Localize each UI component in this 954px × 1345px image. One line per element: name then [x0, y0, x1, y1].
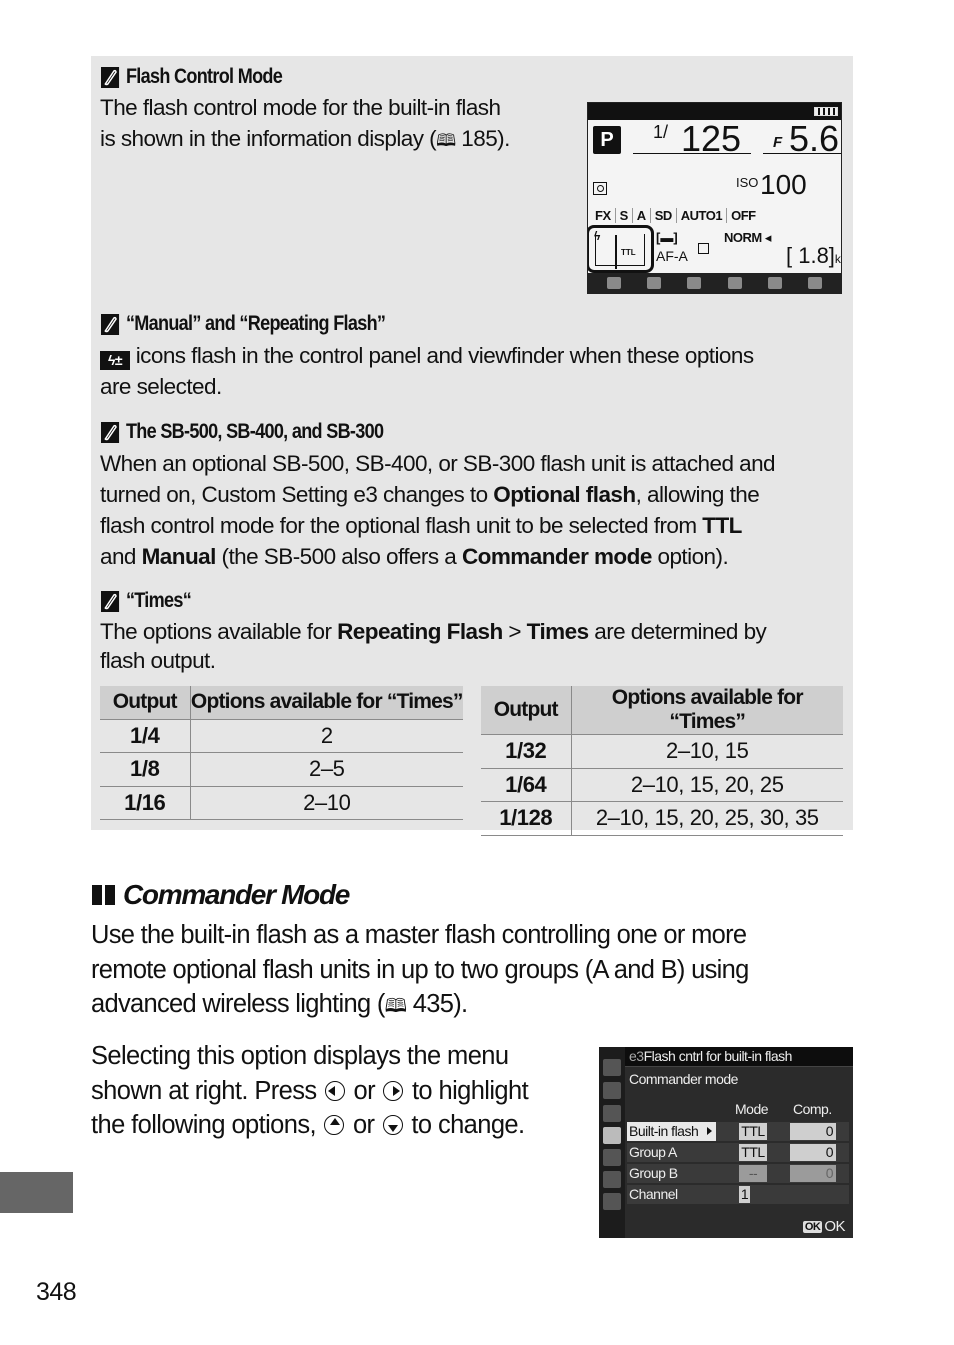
flash-control-mode-highlight: ϟ TTL — [588, 225, 654, 273]
setup-menu-icon — [603, 1149, 621, 1166]
multi-selector-right-icon — [383, 1080, 404, 1101]
ok-button-hint: OK OK — [802, 1218, 845, 1235]
retouch-menu-icon — [603, 1171, 621, 1188]
multi-selector-left-icon — [325, 1080, 345, 1101]
image-size-icon — [698, 243, 709, 254]
flash-compensation-icon: ϟ± — [100, 351, 130, 370]
battery-icon — [814, 107, 838, 116]
exposures-remaining: [ 1.8]k — [786, 243, 841, 268]
preview-icon — [607, 277, 622, 289]
image-quality: NORM ◂ — [724, 230, 771, 245]
book-ref-icon: 🕮 — [384, 996, 407, 1017]
metering-icon — [593, 182, 607, 195]
note-title-manual-repeating: “Manual” and “Repeating Flash” — [101, 312, 386, 336]
page-number: 348 — [36, 1278, 77, 1306]
custom-settings-menu-icon — [603, 1127, 621, 1144]
chapter-tab — [0, 1172, 73, 1213]
commander-instructions: Selecting this option displays the menu … — [91, 1042, 529, 1139]
pencil-note-icon — [101, 66, 120, 88]
book-ref-icon: 🕮 — [436, 131, 456, 150]
section-marker-icon — [92, 885, 102, 905]
table-row: 1/16 2–10 — [100, 785, 463, 820]
hdr-icon: OFF — [731, 207, 756, 223]
playback-menu-icon — [603, 1059, 621, 1076]
iso-value: 100 — [760, 169, 807, 200]
note-body-times: The options available for Repeating Flas… — [100, 619, 767, 673]
fn-ring-icon — [647, 277, 662, 289]
menu-sidebar — [599, 1047, 625, 1238]
pencil-note-icon — [101, 590, 120, 612]
page-ref-link[interactable]: 435 — [413, 990, 454, 1018]
movie-shooting-menu-icon — [603, 1105, 621, 1122]
image-area-icon: FX — [591, 207, 616, 223]
note-body-flash-control: The flash control mode for the built-in … — [100, 95, 510, 151]
aperture: F 5.6 — [763, 118, 841, 159]
column-header-comp: Comp. — [793, 1101, 832, 1117]
note-title-sb-units: The SB-500, SB-400, and SB-300 — [101, 420, 384, 444]
photo-shooting-menu-icon — [603, 1082, 621, 1099]
white-balance-icon: AUTO1 — [677, 207, 728, 223]
table-row: 1/64 2–10, 15, 20, 25 — [481, 767, 843, 802]
shutter-speed: 1/ 125 — [633, 118, 751, 159]
i-button-bar — [588, 273, 841, 293]
table-header-row: Output Options available for “Times” — [100, 686, 463, 719]
table-row: 1/128 2–10, 15, 20, 25, 30, 35 — [481, 801, 843, 836]
af-on-icon — [727, 277, 742, 289]
commander-intro: Use the built-in flash as a master flash… — [91, 921, 749, 1018]
menu-row-built-in-flash[interactable]: Built-in flash TTL 0 — [627, 1122, 849, 1141]
note-body-manual-repeating: ϟ± icons flash in the control panel and … — [100, 343, 754, 399]
af-mode: [▬] AF-A — [656, 230, 688, 264]
pencil-note-icon — [101, 313, 120, 335]
note-title-flash-control: Flash Control Mode — [101, 65, 283, 89]
table-row: 1/4 2 — [100, 718, 463, 753]
menu-title: e3Flash cntrl for built-in flash — [629, 1048, 792, 1064]
times-table-left: Output Options available for “Times” 1/4… — [100, 686, 463, 820]
my-menu-icon — [603, 1193, 621, 1210]
menu-row-group-b[interactable]: Group B -- 0 — [627, 1164, 849, 1183]
iso-label: ISO — [736, 175, 759, 190]
fn-button-icon — [767, 277, 782, 289]
page-ref-link[interactable]: 185 — [461, 126, 497, 151]
note-body-sb-units: When an optional SB-500, SB-400, or SB-3… — [100, 451, 776, 569]
table-row: 1/8 2–5 — [100, 752, 463, 786]
menu-subtitle: Commander mode — [629, 1071, 738, 1087]
settings-row: FX S A SD AUTO1 OFF — [591, 206, 841, 224]
multi-selector-up-icon — [324, 1115, 345, 1135]
table-row: 1/32 2–10, 15 — [481, 734, 843, 768]
column-header-mode: Mode — [735, 1101, 769, 1117]
notes-box: Flash Control Mode The flash control mod… — [91, 56, 853, 836]
image-area-button-icon — [807, 277, 822, 289]
times-table-right: Output Options available for “Times” 1/3… — [481, 686, 843, 836]
note-title-times: “Times“ — [101, 589, 192, 613]
camera-menu-screenshot: e3Flash cntrl for built-in flash Command… — [599, 1047, 853, 1238]
pencil-note-icon — [101, 421, 120, 443]
release-mode-icon: S — [616, 207, 633, 223]
section-heading: Commander Mode — [92, 879, 350, 911]
ae-lock-icon — [687, 277, 702, 289]
exposure-mode: P — [593, 126, 621, 154]
table-header-row: Output Options available for “Times” — [481, 686, 843, 735]
information-display-screenshot: P 1/ 125 F 5.6 ISO 100 FX S A SD AUTO1 O… — [587, 102, 842, 294]
menu-row-group-a[interactable]: Group A TTL 0 — [627, 1143, 849, 1162]
active-d-lighting-icon: A — [633, 207, 651, 223]
picture-control-icon: SD — [651, 207, 677, 223]
menu-row-channel[interactable]: Channel 1 — [627, 1185, 849, 1204]
ok-button-icon: OK — [802, 1220, 823, 1233]
multi-selector-down-icon — [382, 1115, 403, 1135]
